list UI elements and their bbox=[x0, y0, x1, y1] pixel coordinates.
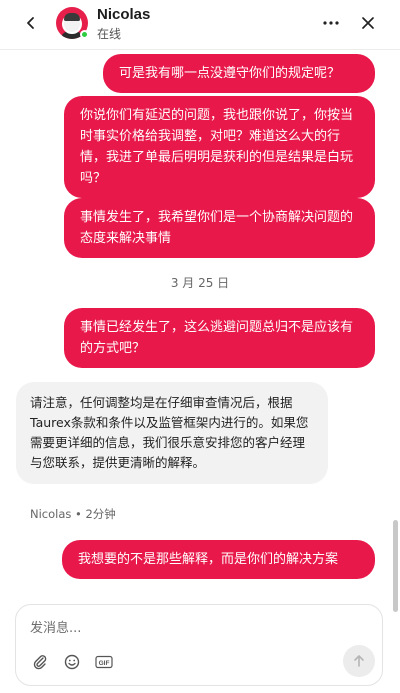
date-separator: 3 月 25 日 bbox=[170, 276, 230, 290]
back-button[interactable] bbox=[20, 12, 42, 34]
more-horizontal-icon bbox=[323, 21, 339, 25]
message-text: 可是我有哪一点没遵守你们的规定呢？ bbox=[119, 66, 341, 81]
contact-name[interactable]: Nicolas bbox=[97, 6, 150, 23]
emoji-button[interactable] bbox=[62, 652, 82, 672]
message-input[interactable] bbox=[30, 617, 330, 639]
message-bubble-outgoing[interactable]: 可是我有哪一点没遵守你们的规定呢？ bbox=[103, 54, 375, 93]
send-button[interactable] bbox=[343, 645, 375, 677]
more-options-button[interactable] bbox=[319, 12, 343, 34]
svg-text:GIF: GIF bbox=[99, 660, 110, 667]
close-button[interactable] bbox=[357, 12, 379, 34]
gif-button[interactable]: GIF bbox=[94, 652, 114, 672]
attach-button[interactable] bbox=[30, 652, 50, 672]
chevron-left-icon bbox=[27, 17, 34, 29]
message-bubble-outgoing[interactable]: 事情已经发生了，这么逃避问题总归不是应该有的方式吧？ bbox=[64, 308, 375, 368]
message-bubble-outgoing[interactable]: 我想要的不是那些解释，而是你们的解决方案 bbox=[62, 540, 375, 579]
smiley-icon bbox=[64, 654, 80, 670]
message-text: 事情发生了，我希望你们是一个协商解决问题的态度来解决事情 bbox=[80, 210, 354, 246]
message-text: 我想要的不是那些解释，而是你们的解决方案 bbox=[78, 552, 339, 567]
close-icon bbox=[362, 17, 374, 29]
paperclip-icon bbox=[33, 655, 47, 670]
scrollbar-thumb[interactable] bbox=[393, 520, 398, 612]
message-bubble-incoming[interactable]: 请注意，任何调整均是在仔细审查情况后，根据Taurex条款和条件以及监管框架内进… bbox=[16, 382, 328, 484]
arrow-up-icon bbox=[354, 655, 364, 667]
message-text: 请注意，任何调整均是在仔细审查情况后，根据Taurex条款和条件以及监管框架内进… bbox=[30, 395, 309, 470]
online-status-dot bbox=[80, 30, 89, 39]
message-text: 事情已经发生了，这么逃避问题总归不是应该有的方式吧？ bbox=[80, 320, 354, 356]
message-bubble-outgoing[interactable]: 你说你们有延迟的问题，我也跟你说了，你按当时事实价格给我调整，对吧？难道这么大的… bbox=[64, 96, 375, 198]
message-sender-meta: Nicolas • 2分钟 bbox=[30, 507, 116, 521]
message-bubble-outgoing[interactable]: 事情发生了，我希望你们是一个协商解决问题的态度来解决事情 bbox=[64, 198, 375, 258]
chat-header: Nicolas 在线 bbox=[0, 0, 400, 50]
contact-status: 在线 bbox=[97, 27, 122, 41]
gif-icon: GIF bbox=[95, 655, 113, 669]
message-list[interactable]: 可是我有哪一点没遵守你们的规定呢？ 你说你们有延迟的问题，我也跟你说了，你按当时… bbox=[0, 50, 400, 595]
message-composer: GIF bbox=[15, 604, 383, 686]
message-text: 你说你们有延迟的问题，我也跟你说了，你按当时事实价格给我调整，对吧？难道这么大的… bbox=[80, 108, 354, 186]
